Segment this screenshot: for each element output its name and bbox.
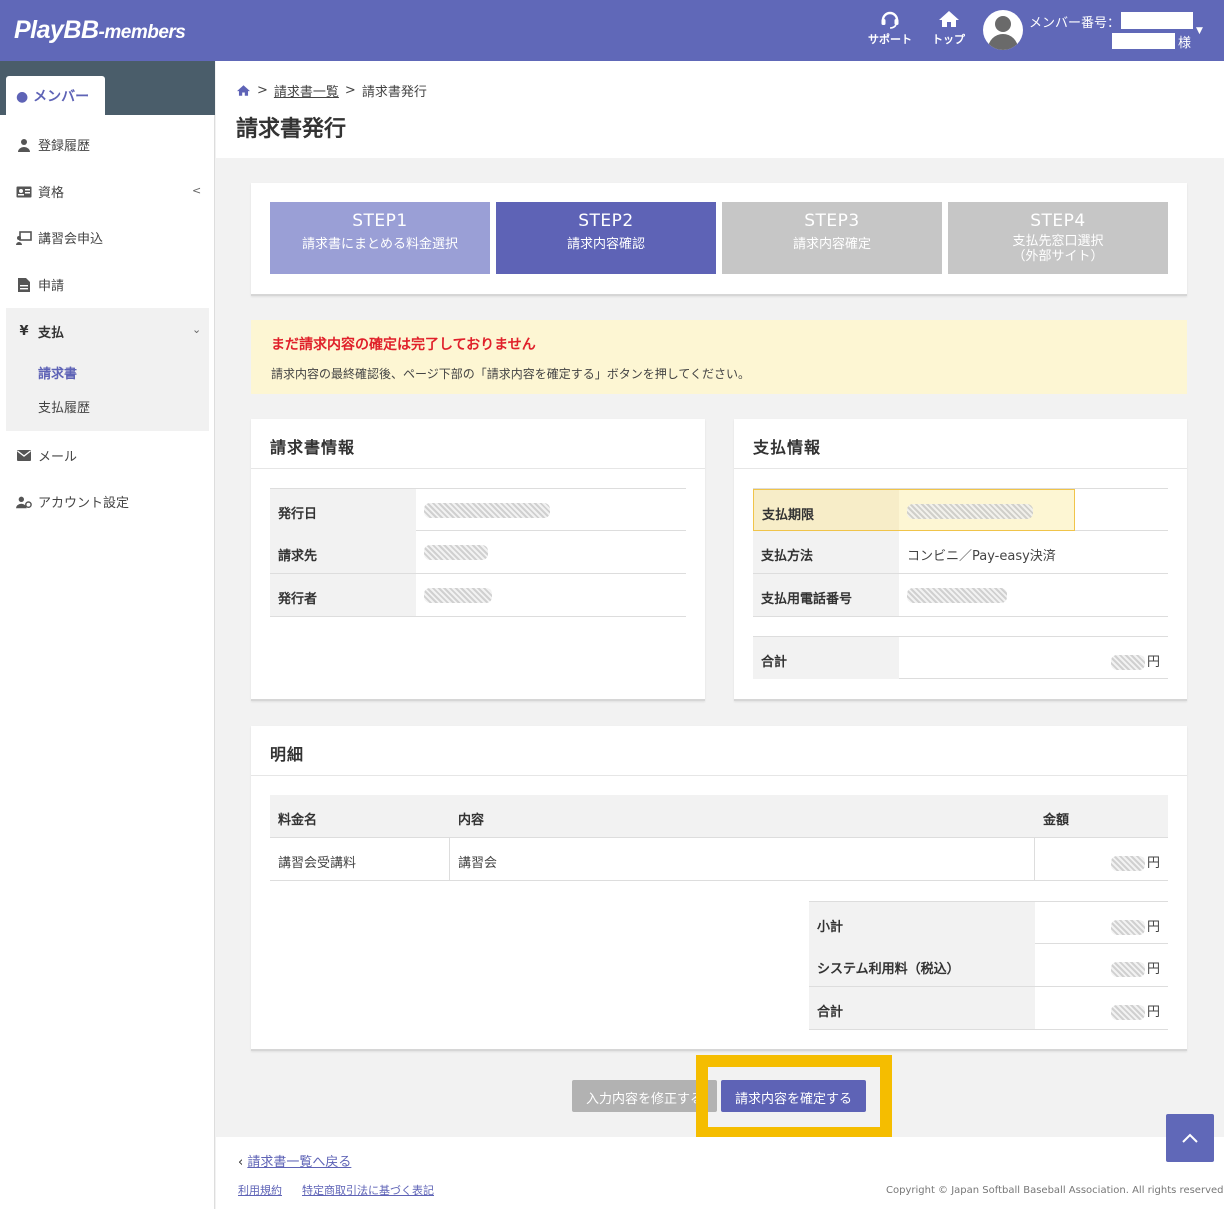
subtotal-row: 小計 円 [809,901,1168,944]
highlight-annotation [696,1055,892,1139]
step-1: STEP1 請求書にまとめる料金選択 [270,202,490,274]
masked-value [424,588,492,603]
alert-message: 請求内容の最終確認後、ページ下部の「請求内容を確定する」ボタンを押してください。 [271,367,751,381]
sidebar-item-qualification[interactable]: 資格 [16,182,64,201]
id-card-icon [16,186,32,198]
envelope-icon [16,450,32,461]
table-row: 合計 円 [753,636,1168,679]
step-2: STEP2 請求内容確認 [496,202,716,274]
sidebar-tab-member[interactable]: ● メンバー [6,76,105,115]
document-icon [16,277,32,292]
top-bar: PlayBB-members サポート トップ メンバー番号： 様 ▼ [0,0,1224,61]
sidebar-item-payment[interactable]: ¥ 支払 [16,322,64,341]
user-icon [16,138,32,152]
sidebar: ● メンバー 登録履歴 資格 < 講習会申込 申請 ¥ 支払 ⌄ 請求書 支払履… [0,61,215,1209]
support-button[interactable]: サポート [868,9,912,47]
masked-value [1110,920,1145,935]
footer: ‹ 請求書一覧へ戻る 利用規約 特定商取引法に基づく表記 Copyright ©… [216,1137,1224,1209]
sidebar-item-history[interactable]: 登録履歴 [16,135,90,154]
breadcrumb-current: 請求書発行 [361,85,427,100]
payment-info-title: 支払情報 [753,438,822,457]
home-icon [938,11,959,27]
masked-value [907,504,1033,519]
back-link-row: ‹ 請求書一覧へ戻る [238,1151,351,1170]
back-to-invoice-list-link[interactable]: 請求書一覧へ戻る [247,1155,351,1170]
breadcrumb: > 請求書一覧 > 請求書発行 [236,81,427,100]
headset-icon [881,11,899,29]
table-row: 講習会受講料 講習会 円 [270,838,1168,881]
invoice-info-card: 請求書情報 発行日 請求先 発行者 [251,419,705,701]
payment-info-card: 支払情報 支払期限 支払方法 コンビニ／Pay-easy決済 支払用電話番号 合… [734,419,1187,701]
member-number-label: メンバー番号： [1029,16,1121,31]
member-name-mask [1112,33,1175,49]
breadcrumb-link-invoice-list[interactable]: 請求書一覧 [274,81,339,100]
honorific: 様 [1178,36,1192,51]
table-header-row: 料金名 内容 金額 [270,795,1168,838]
masked-value [424,503,550,518]
top-button[interactable]: トップ [932,9,965,47]
masked-value [1110,655,1145,670]
invoice-info-title: 請求書情報 [270,438,356,457]
terms-link[interactable]: 利用規約 [238,1182,282,1198]
masked-value [424,545,488,560]
table-row: 発行日 [270,488,686,531]
masked-value [1110,962,1145,977]
sidebar-item-mail[interactable]: メール [16,446,77,465]
warning-alert: まだ請求内容の確定は完了しておりません 請求内容の最終確認後、ページ下部の「請求… [251,320,1187,394]
chevron-left-icon: < [192,184,202,197]
masked-value [907,588,1007,603]
sidebar-item-course[interactable]: 講習会申込 [16,228,103,247]
breadcrumb-separator: > [257,83,268,98]
commercial-law-link[interactable]: 特定商取引法に基づく表記 [302,1182,434,1198]
scroll-to-top-button[interactable] [1166,1114,1214,1162]
logo[interactable]: PlayBB-members [14,16,186,45]
copyright: Copyright © Japan Softball Baseball Asso… [886,1185,1224,1196]
breadcrumb-separator: > [344,83,356,98]
step-4: STEP4 支払先窓口選択 （外部サイト） [948,202,1168,274]
sidebar-item-application[interactable]: 申請 [16,275,64,294]
chevron-left-icon: ‹ [238,1155,244,1170]
page-header [216,61,1224,158]
sidebar-item-account[interactable]: アカウント設定 [16,492,129,511]
table-row: 支払用電話番号 [753,574,1168,617]
sidebar-header: ● メンバー [0,61,215,115]
table-row: 支払期限 [753,488,1168,531]
user-gear-icon [16,495,32,509]
sidebar-subitem-invoice[interactable]: 請求書 [38,363,77,382]
table-row: 請求先 [270,531,686,574]
chevron-down-icon: ⌄ [192,323,202,336]
user-icon: ● [16,89,29,105]
sidebar-subitem-payment-history[interactable]: 支払履歴 [38,397,90,416]
page-title: 請求書発行 [236,117,347,142]
details-title: 明細 [270,745,305,764]
system-fee-row: システム利用料（税込） 円 [809,944,1168,987]
presentation-icon [16,230,32,245]
table-row: 発行者 [270,574,686,617]
yen-icon: ¥ [19,324,29,339]
member-number-mask [1121,12,1193,29]
home-icon[interactable] [236,84,251,97]
masked-value [1110,1005,1145,1020]
total-row: 合計 円 [809,987,1168,1030]
table-row: 支払方法 コンビニ／Pay-easy決済 [753,531,1168,574]
chevron-up-icon [1182,1133,1198,1143]
avatar[interactable] [983,10,1023,50]
alert-title: まだ請求内容の確定は完了しておりません [271,337,536,353]
details-card: 明細 料金名 内容 金額 講習会受講料 講習会 円 小計 円 システム利用料（税… [251,726,1187,1051]
masked-value [1110,856,1145,871]
step-3: STEP3 請求内容確定 [722,202,942,274]
chevron-down-icon[interactable]: ▼ [1196,26,1203,36]
